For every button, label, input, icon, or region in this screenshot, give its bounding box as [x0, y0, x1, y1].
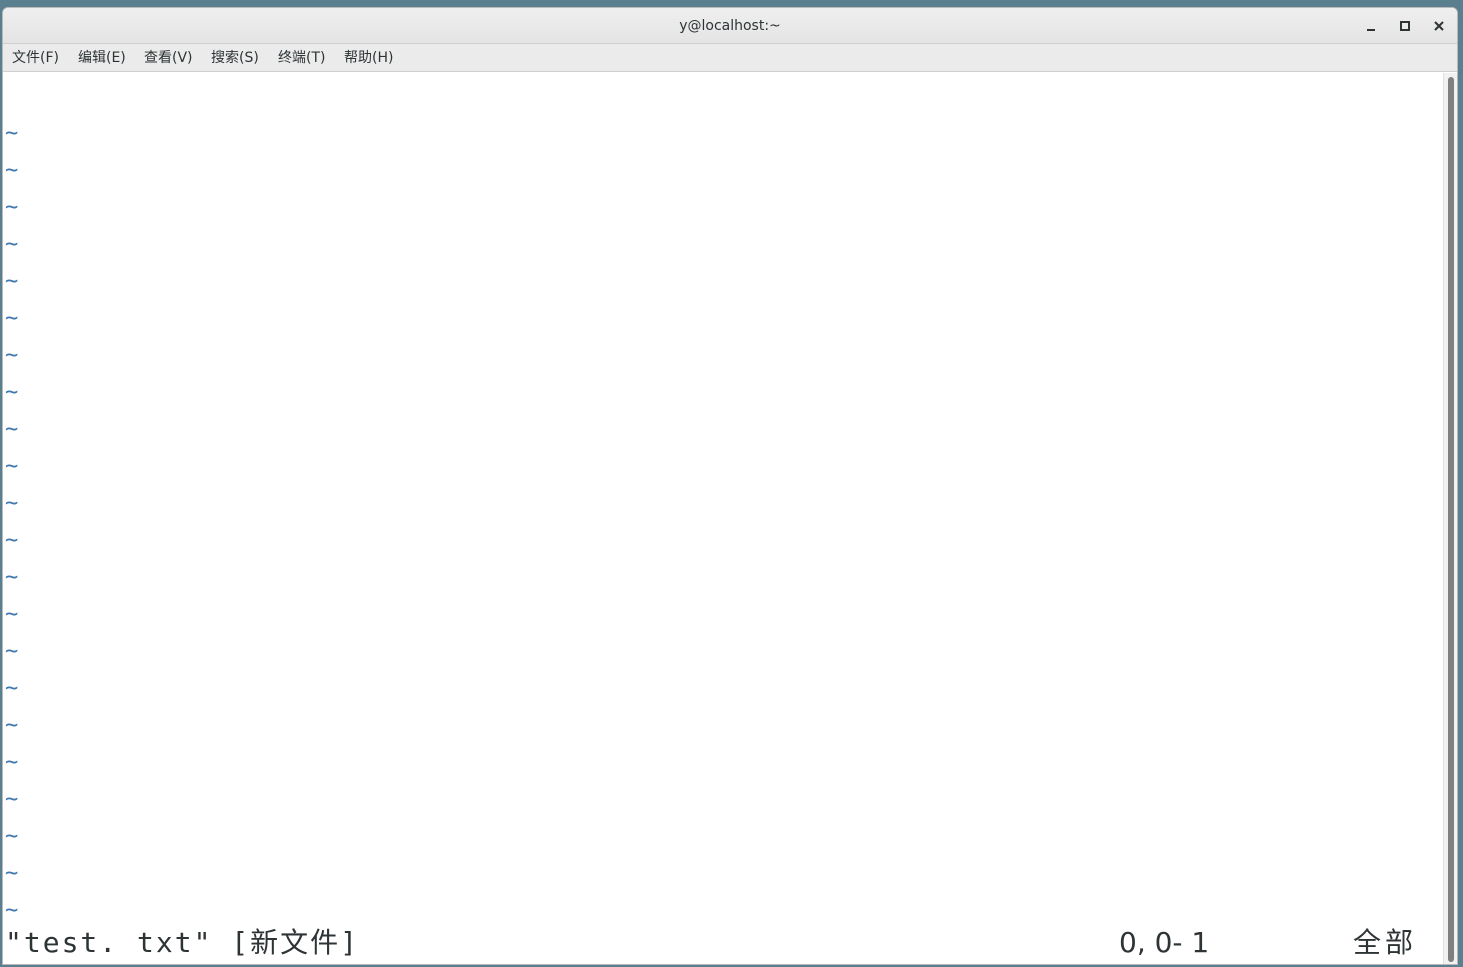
minimize-icon	[1367, 29, 1375, 31]
vim-empty-line-marker: ~	[5, 787, 19, 812]
vim-empty-line-marker: ~	[5, 898, 19, 923]
vim-file-message: "test. txt" [新文件]	[5, 926, 360, 959]
vim-empty-line-marker: ~	[5, 713, 19, 738]
menu-help[interactable]: 帮助(H)	[340, 44, 397, 72]
vim-empty-line-marker: ~	[5, 269, 19, 294]
vim-empty-line-marker: ~	[5, 861, 19, 886]
vim-scroll-position: 全部	[1353, 926, 1418, 959]
vim-empty-line-marker: ~	[5, 528, 19, 553]
vim-empty-line-marker: ~	[5, 232, 19, 257]
vim-empty-line-marker: ~	[5, 306, 19, 331]
menu-view[interactable]: 查看(V)	[140, 44, 197, 72]
vim-empty-line-marker: ~	[5, 158, 19, 183]
window-title: y@localhost:~	[679, 18, 781, 34]
vim-empty-line-marker: ~	[5, 454, 19, 479]
terminal-area[interactable]: "test. txt" [新文件] 0, 0- 1 全部 ~ ~ ~ ~ ~ ~ ~ ~ ~ ~ ~…	[3, 73, 1443, 964]
vim-empty-line-marker: ~	[5, 602, 19, 627]
vim-empty-line-marker: ~	[5, 343, 19, 368]
scrollbar[interactable]	[1443, 73, 1457, 964]
vim-empty-line-marker: ~	[5, 195, 19, 220]
title-bar[interactable]: y@localhost:~	[3, 8, 1457, 44]
menu-terminal[interactable]: 终端(T)	[274, 44, 329, 72]
terminal-window: y@localhost:~ 文件(F) 编辑(E) 查看(V) 搜索(S) 终端…	[2, 7, 1458, 965]
vim-empty-line-marker: ~	[5, 750, 19, 775]
vim-empty-line-marker: ~	[5, 491, 19, 516]
close-icon	[1434, 21, 1444, 31]
vim-empty-line-marker: ~	[5, 121, 19, 146]
menu-file[interactable]: 文件(F)	[8, 44, 63, 72]
vim-empty-line-marker: ~	[5, 417, 19, 442]
maximize-button[interactable]	[1395, 16, 1415, 36]
minimize-button[interactable]	[1361, 16, 1381, 36]
menu-bar: 文件(F) 编辑(E) 查看(V) 搜索(S) 终端(T) 帮助(H)	[3, 44, 1457, 72]
vim-empty-line-marker: ~	[5, 565, 19, 590]
vim-empty-line-marker: ~	[5, 676, 19, 701]
vim-cursor-position: 0, 0- 1	[1119, 926, 1210, 959]
vim-empty-line-marker: ~	[5, 380, 19, 405]
maximize-icon	[1400, 21, 1410, 31]
vim-empty-line-marker: ~	[5, 824, 19, 849]
menu-edit[interactable]: 编辑(E)	[74, 44, 130, 72]
menu-search[interactable]: 搜索(S)	[207, 44, 263, 72]
vim-empty-line-marker: ~	[5, 639, 19, 664]
close-button[interactable]	[1429, 16, 1449, 36]
scrollbar-thumb[interactable]	[1448, 77, 1454, 962]
